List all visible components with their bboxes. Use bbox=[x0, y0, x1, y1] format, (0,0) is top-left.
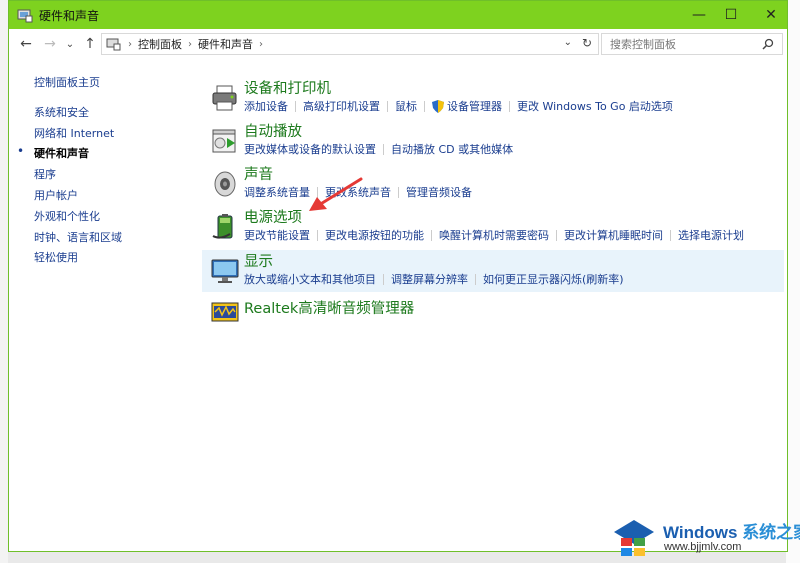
back-arrow-icon[interactable]: ← bbox=[15, 33, 37, 55]
search-input[interactable]: 搜索控制面板 bbox=[610, 36, 762, 52]
category-links: 更改媒体或设备的默认设置 自动播放 CD 或其他媒体 bbox=[244, 141, 513, 157]
control-panel-icon bbox=[17, 9, 33, 23]
link-wake-password[interactable]: 唤醒计算机时需要密码 bbox=[439, 227, 549, 243]
watermark-url: www.bjjmlv.com bbox=[664, 541, 742, 553]
speaker-icon[interactable] bbox=[210, 169, 240, 199]
sidebar-item-home[interactable]: 控制面板主页 bbox=[34, 73, 194, 94]
refresh-icon[interactable]: ↻ bbox=[582, 36, 592, 50]
category-title[interactable]: 声音 bbox=[244, 163, 273, 184]
category-sound: 声音 调整系统音量 更改系统声音 管理音频设备 bbox=[202, 163, 784, 205]
category-title[interactable]: 显示 bbox=[244, 250, 273, 271]
maximize-button[interactable]: ☐ bbox=[711, 1, 751, 29]
desktop-left-edge bbox=[0, 0, 8, 563]
history-dropdown-icon[interactable]: ⌄ bbox=[59, 33, 81, 55]
link-divider bbox=[398, 186, 399, 198]
link-adjust-volume[interactable]: 调整系统音量 bbox=[244, 184, 310, 200]
link-refresh-rate[interactable]: 如何更正显示器闪烁(刷新率) bbox=[483, 271, 624, 287]
control-panel-small-icon bbox=[106, 38, 121, 51]
link-divider bbox=[431, 229, 432, 241]
up-arrow-icon[interactable]: ↑ bbox=[79, 33, 101, 55]
annotation-arrow-icon bbox=[309, 177, 363, 211]
link-device-manager[interactable]: 设备管理器 bbox=[447, 98, 502, 114]
printer-icon[interactable] bbox=[210, 83, 240, 113]
search-icon[interactable] bbox=[762, 38, 774, 50]
sidebar-item-network[interactable]: 网络和 Internet bbox=[34, 124, 194, 145]
sidebar-item-user-accounts[interactable]: 用户帐户 bbox=[34, 186, 194, 207]
forward-arrow-icon[interactable]: → bbox=[39, 33, 61, 55]
chevron-right-icon: › bbox=[188, 38, 192, 50]
link-divider bbox=[509, 100, 510, 112]
link-autoplay-cd[interactable]: 自动播放 CD 或其他媒体 bbox=[391, 141, 513, 157]
sidebar: 控制面板主页 系统和安全 网络和 Internet • 硬件和声音 程序 用户帐… bbox=[17, 73, 194, 269]
desktop-right-edge bbox=[786, 0, 800, 563]
windows-logo-icon bbox=[614, 520, 654, 556]
link-power-button[interactable]: 更改电源按钮的功能 bbox=[325, 227, 424, 243]
link-windows-to-go[interactable]: 更改 Windows To Go 启动选项 bbox=[517, 98, 673, 114]
link-divider bbox=[317, 229, 318, 241]
sidebar-item-ease-of-access[interactable]: 轻松使用 bbox=[34, 248, 194, 269]
category-links: 放大或缩小文本和其他项目 调整屏幕分辨率 如何更正显示器闪烁(刷新率) bbox=[244, 271, 624, 287]
watermark-brand: Windows 系统之家 bbox=[663, 518, 800, 543]
sidebar-item-appearance[interactable]: 外观和个性化 bbox=[34, 207, 194, 228]
category-autoplay: 自动播放 更改媒体或设备的默认设置 自动播放 CD 或其他媒体 bbox=[202, 120, 784, 162]
autoplay-icon[interactable] bbox=[210, 126, 240, 156]
link-add-device[interactable]: 添加设备 bbox=[244, 98, 288, 114]
current-item-bullet: • bbox=[17, 144, 25, 159]
watermark-brand-cn: 系统之家 bbox=[742, 523, 800, 542]
chevron-right-icon: › bbox=[128, 38, 132, 50]
address-bar-row: ← → ⌄ ↑ › 控制面板 › 硬件和声音 › ⌄ ↻ 搜索控制面板 bbox=[9, 29, 787, 59]
sidebar-item-hardware-sound[interactable]: 硬件和声音 bbox=[34, 144, 194, 165]
chevron-right-icon: › bbox=[259, 38, 263, 50]
link-divider bbox=[383, 273, 384, 285]
link-divider bbox=[475, 273, 476, 285]
category-devices-printers: 设备和打印机 添加设备 高级打印机设置 鼠标 设备管理器 更改 Windows … bbox=[202, 77, 784, 119]
link-divider bbox=[295, 100, 296, 112]
link-divider bbox=[556, 229, 557, 241]
battery-icon[interactable] bbox=[210, 212, 240, 242]
link-mouse[interactable]: 鼠标 bbox=[395, 98, 417, 114]
category-title[interactable]: 自动播放 bbox=[244, 120, 302, 141]
window-title: 硬件和声音 bbox=[39, 8, 100, 23]
sidebar-item-system-security[interactable]: 系统和安全 bbox=[34, 103, 194, 124]
category-links: 添加设备 高级打印机设置 鼠标 设备管理器 更改 Windows To Go 启… bbox=[244, 98, 673, 114]
control-panel-window: 硬件和声音 — ☐ ✕ ← → ⌄ ↑ › 控制面板 › 硬件和声音 › ⌄ ↻… bbox=[8, 0, 788, 552]
category-title[interactable]: Realtek高清晰音频管理器 bbox=[244, 297, 414, 318]
title-bar: 硬件和声音 — ☐ ✕ bbox=[9, 1, 787, 29]
category-realtek: Realtek高清晰音频管理器 bbox=[202, 295, 784, 327]
link-divider bbox=[670, 229, 671, 241]
link-divider bbox=[383, 143, 384, 155]
link-text-size[interactable]: 放大或缩小文本和其他项目 bbox=[244, 271, 376, 287]
watermark-brand-en: Windows bbox=[663, 523, 738, 542]
watermark: Windows 系统之家 www.bjjmlv.com bbox=[606, 512, 800, 563]
category-title[interactable]: 设备和打印机 bbox=[244, 77, 331, 98]
category-links: 更改节能设置 更改电源按钮的功能 唤醒计算机时需要密码 更改计算机睡眠时间 选择… bbox=[244, 227, 744, 243]
close-button[interactable]: ✕ bbox=[751, 1, 791, 29]
link-divider bbox=[387, 100, 388, 112]
link-manage-audio[interactable]: 管理音频设备 bbox=[406, 184, 472, 200]
address-box[interactable]: › 控制面板 › 硬件和声音 › ⌄ ↻ bbox=[101, 33, 599, 55]
breadcrumb-hardware-sound[interactable]: 硬件和声音 bbox=[198, 36, 253, 52]
monitor-icon[interactable] bbox=[210, 256, 240, 286]
link-sleep-time[interactable]: 更改计算机睡眠时间 bbox=[564, 227, 663, 243]
uac-shield-icon bbox=[432, 99, 444, 113]
sidebar-item-clock-region[interactable]: 时钟、语言和区域 bbox=[34, 228, 194, 249]
link-power-plan[interactable]: 选择电源计划 bbox=[678, 227, 744, 243]
address-dropdown-icon[interactable]: ⌄ bbox=[564, 37, 572, 48]
sidebar-item-programs[interactable]: 程序 bbox=[34, 165, 194, 186]
link-advanced-printer[interactable]: 高级打印机设置 bbox=[303, 98, 380, 114]
link-divider bbox=[424, 100, 425, 112]
link-power-saving[interactable]: 更改节能设置 bbox=[244, 227, 310, 243]
link-resolution[interactable]: 调整屏幕分辨率 bbox=[391, 271, 468, 287]
category-title[interactable]: 电源选项 bbox=[244, 206, 302, 227]
search-box[interactable]: 搜索控制面板 bbox=[601, 33, 783, 55]
breadcrumb-control-panel[interactable]: 控制面板 bbox=[138, 36, 182, 52]
category-display: 显示 放大或缩小文本和其他项目 调整屏幕分辨率 如何更正显示器闪烁(刷新率) bbox=[202, 250, 784, 292]
category-power-options: 电源选项 更改节能设置 更改电源按钮的功能 唤醒计算机时需要密码 更改计算机睡眠… bbox=[202, 206, 784, 248]
link-change-defaults[interactable]: 更改媒体或设备的默认设置 bbox=[244, 141, 376, 157]
realtek-audio-icon[interactable] bbox=[210, 297, 240, 327]
